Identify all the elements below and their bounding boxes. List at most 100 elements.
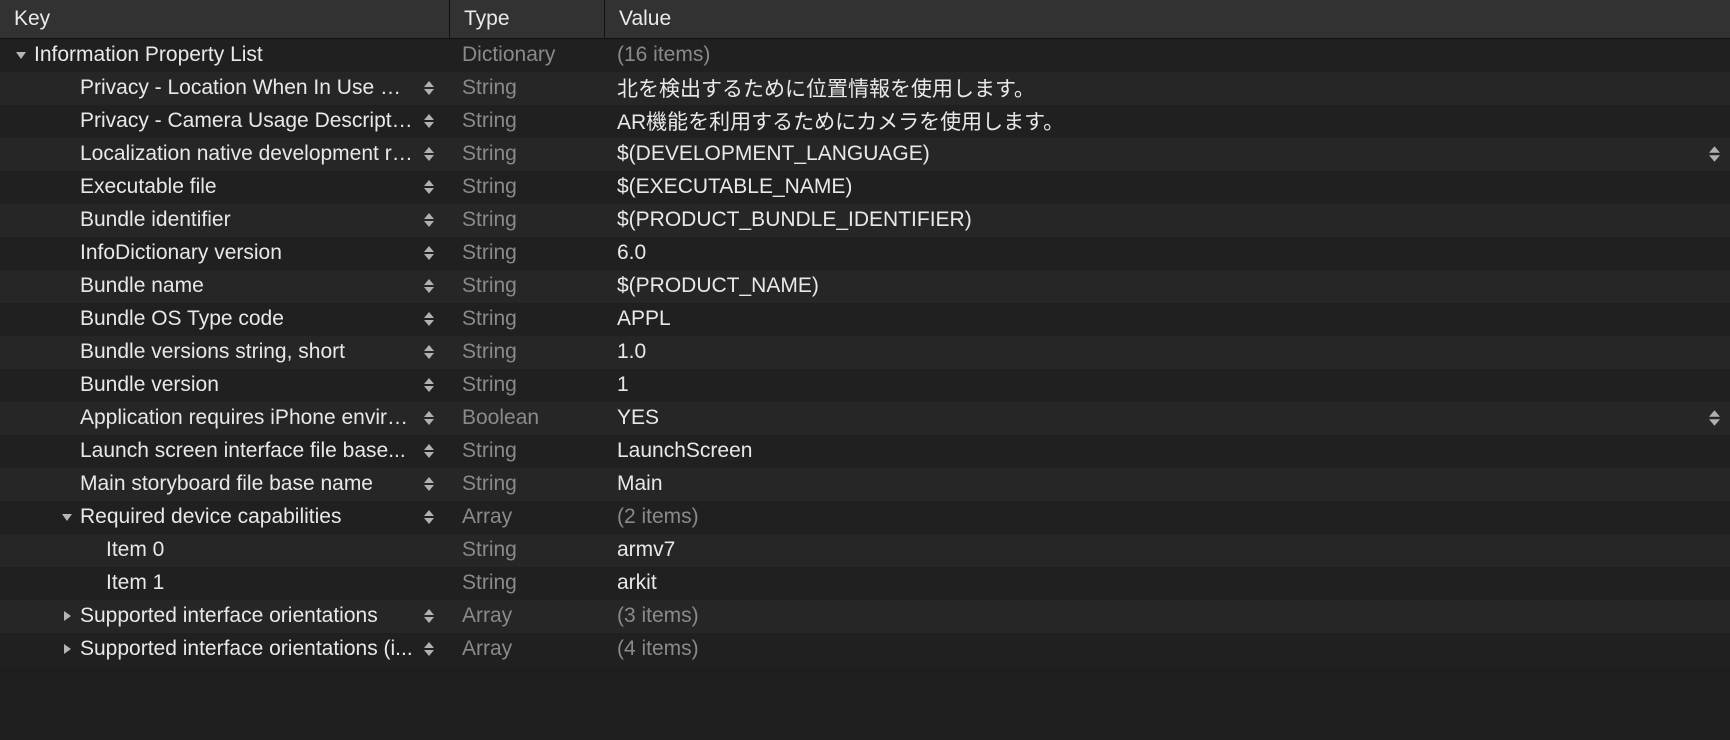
key-cell[interactable]: Executable file	[0, 175, 450, 199]
key-stepper-icon[interactable]	[422, 440, 436, 462]
key-cell[interactable]: InfoDictionary version	[0, 241, 450, 265]
key-stepper-icon[interactable]	[422, 605, 436, 627]
key-cell[interactable]: Bundle identifier	[0, 208, 450, 232]
table-row[interactable]: Supported interface orientationsArray(3 …	[0, 600, 1730, 633]
value-cell[interactable]: 北を検出するために位置情報を使用します。	[605, 73, 1730, 103]
table-row[interactable]: Bundle identifierString$(PRODUCT_BUNDLE_…	[0, 204, 1730, 237]
table-row[interactable]: Supported interface orientations (i...Ar…	[0, 633, 1730, 666]
key-cell[interactable]: Supported interface orientations (i...	[0, 637, 450, 661]
type-cell[interactable]: String	[450, 373, 605, 397]
disclosure-triangle-down-icon[interactable]	[60, 510, 74, 524]
type-cell[interactable]: String	[450, 340, 605, 364]
disclosure-triangle-right-icon[interactable]	[60, 642, 74, 656]
key-cell[interactable]: Launch screen interface file base...	[0, 439, 450, 463]
key-stepper-icon[interactable]	[422, 473, 436, 495]
table-row[interactable]: Launch screen interface file base...Stri…	[0, 435, 1730, 468]
type-cell[interactable]: String	[450, 175, 605, 199]
value-cell[interactable]: $(EXECUTABLE_NAME)	[605, 175, 1730, 199]
table-row[interactable]: Item 1Stringarkit	[0, 567, 1730, 600]
type-cell[interactable]: String	[450, 142, 605, 166]
type-cell[interactable]: String	[450, 241, 605, 265]
table-row[interactable]: Bundle OS Type codeStringAPPL	[0, 303, 1730, 336]
table-row[interactable]: Localization native development re...Str…	[0, 138, 1730, 171]
value-cell[interactable]: $(DEVELOPMENT_LANGUAGE)	[605, 142, 1730, 166]
table-row[interactable]: Privacy - Camera Usage DescriptionString…	[0, 105, 1730, 138]
value-stepper-icon[interactable]	[1709, 410, 1720, 426]
key-cell[interactable]: Application requires iPhone enviro...	[0, 406, 450, 430]
key-stepper-icon[interactable]	[422, 176, 436, 198]
table-row[interactable]: Item 0Stringarmv7	[0, 534, 1730, 567]
key-stepper-icon[interactable]	[422, 143, 436, 165]
value-cell[interactable]: $(PRODUCT_BUNDLE_IDENTIFIER)	[605, 208, 1730, 232]
key-stepper-icon[interactable]	[422, 638, 436, 660]
key-cell[interactable]: Bundle name	[0, 274, 450, 298]
value-cell[interactable]: (4 items)	[605, 637, 1730, 661]
table-row[interactable]: Bundle versionString1	[0, 369, 1730, 402]
column-header-type[interactable]: Type	[450, 0, 605, 38]
value-cell[interactable]: LaunchScreen	[605, 439, 1730, 463]
key-stepper-icon[interactable]	[422, 275, 436, 297]
table-row[interactable]: Main storyboard file base nameStringMain	[0, 468, 1730, 501]
key-cell[interactable]: Bundle version	[0, 373, 450, 397]
key-cell[interactable]: Supported interface orientations	[0, 604, 450, 628]
key-cell[interactable]: Required device capabilities	[0, 505, 450, 529]
key-cell[interactable]: Information Property List	[0, 43, 450, 67]
value-cell[interactable]: (2 items)	[605, 505, 1730, 529]
table-row[interactable]: Information Property ListDictionary(16 i…	[0, 39, 1730, 72]
key-cell[interactable]: Item 0	[0, 538, 450, 562]
key-stepper-icon[interactable]	[422, 308, 436, 330]
type-cell[interactable]: Boolean	[450, 406, 605, 430]
column-header-key[interactable]: Key	[0, 0, 450, 38]
value-cell[interactable]: APPL	[605, 307, 1730, 331]
type-cell[interactable]: Array	[450, 604, 605, 628]
value-cell[interactable]: Main	[605, 472, 1730, 496]
value-stepper-icon[interactable]	[1709, 146, 1720, 162]
key-stepper-icon[interactable]	[422, 506, 436, 528]
type-cell[interactable]: String	[450, 307, 605, 331]
value-cell[interactable]: 1	[605, 373, 1730, 397]
type-cell[interactable]: String	[450, 274, 605, 298]
key-stepper-icon[interactable]	[422, 209, 436, 231]
value-cell[interactable]: (3 items)	[605, 604, 1730, 628]
key-stepper-icon[interactable]	[422, 77, 436, 99]
table-row[interactable]: Privacy - Location When In Use Us...Stri…	[0, 72, 1730, 105]
key-cell[interactable]: Item 1	[0, 571, 450, 595]
value-cell[interactable]: $(PRODUCT_NAME)	[605, 274, 1730, 298]
key-stepper-icon[interactable]	[422, 407, 436, 429]
value-cell[interactable]: AR機能を利用するためにカメラを使用します。	[605, 106, 1730, 136]
key-cell[interactable]: Localization native development re...	[0, 142, 450, 166]
type-cell[interactable]: Array	[450, 505, 605, 529]
key-cell[interactable]: Bundle versions string, short	[0, 340, 450, 364]
key-cell[interactable]: Bundle OS Type code	[0, 307, 450, 331]
type-cell[interactable]: String	[450, 109, 605, 133]
value-cell[interactable]: arkit	[605, 571, 1730, 595]
key-cell[interactable]: Privacy - Location When In Use Us...	[0, 76, 450, 100]
key-cell[interactable]: Privacy - Camera Usage Description	[0, 109, 450, 133]
value-cell[interactable]: 6.0	[605, 241, 1730, 265]
type-cell[interactable]: String	[450, 439, 605, 463]
table-row[interactable]: Bundle nameString$(PRODUCT_NAME)	[0, 270, 1730, 303]
table-row[interactable]: InfoDictionary versionString6.0	[0, 237, 1730, 270]
key-stepper-icon[interactable]	[422, 374, 436, 396]
type-cell[interactable]: String	[450, 76, 605, 100]
table-row[interactable]: Bundle versions string, shortString1.0	[0, 336, 1730, 369]
type-cell[interactable]: String	[450, 472, 605, 496]
value-cell[interactable]: armv7	[605, 538, 1730, 562]
type-cell[interactable]: String	[450, 538, 605, 562]
table-row[interactable]: Required device capabilitiesArray(2 item…	[0, 501, 1730, 534]
value-cell[interactable]: 1.0	[605, 340, 1730, 364]
disclosure-triangle-right-icon[interactable]	[60, 609, 74, 623]
key-cell[interactable]: Main storyboard file base name	[0, 472, 450, 496]
table-row[interactable]: Application requires iPhone enviro...Boo…	[0, 402, 1730, 435]
type-cell[interactable]: String	[450, 208, 605, 232]
table-row[interactable]: Executable fileString$(EXECUTABLE_NAME)	[0, 171, 1730, 204]
column-header-value[interactable]: Value	[605, 0, 1730, 38]
value-cell[interactable]: YES	[605, 406, 1730, 430]
type-cell[interactable]: String	[450, 571, 605, 595]
type-cell[interactable]: Array	[450, 637, 605, 661]
type-cell[interactable]: Dictionary	[450, 43, 605, 67]
key-stepper-icon[interactable]	[422, 110, 436, 132]
key-stepper-icon[interactable]	[422, 242, 436, 264]
disclosure-triangle-down-icon[interactable]	[14, 48, 28, 62]
value-cell[interactable]: (16 items)	[605, 43, 1730, 67]
